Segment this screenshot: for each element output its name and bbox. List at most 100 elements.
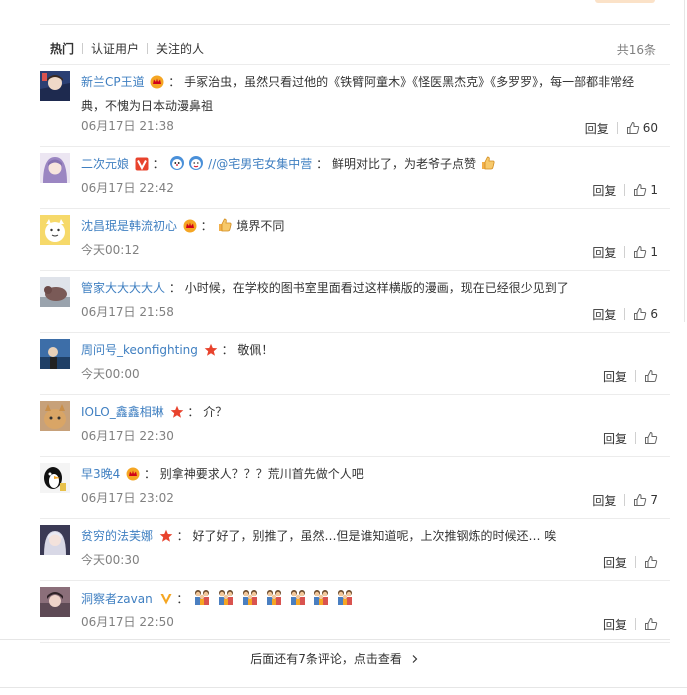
crown-badge-icon	[150, 75, 164, 96]
avatar[interactable]	[40, 587, 70, 617]
like-button[interactable]	[644, 555, 658, 569]
avatar[interactable]	[40, 153, 70, 183]
action-separator	[635, 618, 636, 630]
comment-body: 鲜明对比了，为老爷子点赞	[331, 157, 476, 171]
comment-separator: ：	[168, 75, 181, 89]
comment-username[interactable]: IOLO_鑫鑫相琳	[81, 405, 164, 419]
comment-actions: 回复	[603, 430, 658, 446]
comment-separator: ：	[316, 157, 329, 171]
top-accent-bar	[595, 0, 655, 3]
action-separator	[616, 122, 618, 134]
comment-username[interactable]: 新兰CP王道	[81, 75, 145, 89]
reply-button[interactable]: 回复	[592, 492, 616, 509]
like-count: 7	[650, 493, 658, 507]
thumbs-up-icon	[644, 369, 658, 383]
avatar[interactable]	[40, 525, 70, 555]
reply-button[interactable]: 回复	[603, 616, 627, 633]
comment-actions: 回复 6	[592, 306, 658, 322]
comment-actions: 回复	[603, 368, 658, 384]
reply-button[interactable]: 回复	[585, 120, 609, 137]
comment-item: 二次元娘 ： //@宅男宅女集中营 ： 鲜明对比了，为老爷子点赞 06月17日 …	[40, 147, 670, 209]
avatar[interactable]	[40, 339, 70, 369]
comment-separator: ：	[176, 592, 189, 606]
like-button[interactable]: 1	[633, 245, 658, 259]
like-button[interactable]: 60	[626, 121, 658, 135]
comment-body: 好了好了，别推了，虽然…但是谁知道呢，上次推钢炼的时候还… 唉	[192, 529, 557, 543]
comment-body: 敬佩！	[237, 343, 274, 357]
reply-button[interactable]: 回复	[592, 182, 616, 199]
comment-body: 小时候，在学校的图书室里面看过这样横版的漫画，现在已经很少见到了	[184, 281, 569, 295]
comment-actions: 回复	[603, 616, 658, 632]
comment-text: 周问号_keonfighting ： 敬佩！	[81, 340, 655, 364]
like-button[interactable]	[644, 431, 658, 445]
like-button[interactable]	[644, 617, 658, 631]
avatar[interactable]	[40, 215, 70, 245]
like-button[interactable]: 6	[633, 307, 658, 321]
comment-time: 今天00:30	[81, 553, 140, 567]
thumbs-up-icon	[644, 431, 658, 445]
comment-separator: ：	[187, 405, 200, 419]
comment-time: 06月17日 22:30	[81, 429, 174, 443]
comment-actions: 回复	[603, 554, 658, 570]
avatar[interactable]	[40, 463, 70, 493]
comment-time: 06月17日 23:02	[81, 491, 174, 505]
comment-time: 06月17日 22:42	[81, 181, 174, 195]
verified-v-badge-icon	[135, 157, 149, 178]
reply-button[interactable]: 回复	[603, 368, 627, 385]
thumbs-up-icon	[633, 493, 647, 507]
comment-separator: ：	[200, 219, 213, 233]
comment-username[interactable]: 早3晚4	[81, 467, 120, 481]
like-button[interactable]	[644, 369, 658, 383]
comment-list: 新兰CP王道 ： 手冢治虫，虽然只看过他的《铁臂阿童木》《怪医黑杰克》《多罗罗》…	[40, 65, 670, 643]
like-button[interactable]: 1	[633, 183, 658, 197]
reply-button[interactable]: 回复	[603, 554, 627, 571]
avatar[interactable]	[40, 277, 70, 307]
comment-item: 新兰CP王道 ： 手冢治虫，虽然只看过他的《铁臂阿童木》《怪医黑杰克》《多罗罗》…	[40, 65, 670, 147]
comment-separator: ：	[152, 157, 165, 171]
group-emoji-icon	[264, 588, 284, 613]
crown-badge-icon	[126, 467, 140, 488]
divider	[0, 639, 670, 640]
tab-hot[interactable]: 热门	[50, 40, 74, 57]
thumbs-up-icon	[644, 617, 658, 631]
comment-username[interactable]: 洞察者zavan	[81, 592, 153, 606]
divider	[40, 24, 670, 25]
comment-username[interactable]: 贫穷的法芙娜	[81, 529, 153, 543]
avatar[interactable]	[40, 401, 70, 431]
tab-following[interactable]: 关注的人	[156, 40, 204, 57]
avatar[interactable]	[40, 71, 70, 101]
group-emoji-icon	[192, 588, 212, 613]
tab-separator	[82, 42, 84, 54]
action-separator	[624, 494, 626, 506]
like-count: 1	[650, 183, 658, 197]
comment-body: 介？	[203, 405, 228, 419]
reply-button[interactable]: 回复	[592, 244, 616, 261]
comment-total-count: 共16条	[616, 43, 656, 57]
mention-link[interactable]: //@宅男宅女集中营	[208, 157, 312, 171]
comment-time: 今天00:00	[81, 367, 140, 381]
reply-button[interactable]: 回复	[603, 430, 627, 447]
comment-username[interactable]: 周问号_keonfighting	[81, 343, 198, 357]
action-separator	[635, 370, 636, 382]
comment-text: 管家大大大大人 ： 小时候，在学校的图书室里面看过这样横版的漫画，现在已经很少见…	[81, 278, 655, 299]
comment-body: 别拿神要求人？？？荒川首先做个人吧	[159, 467, 364, 481]
load-more-comments-link[interactable]: 后面还有7条评论，点击查看	[0, 650, 670, 667]
thumbs-up-icon	[633, 245, 647, 259]
reply-button[interactable]: 回复	[592, 306, 616, 323]
comment-username[interactable]: 二次元娘	[81, 157, 129, 171]
star-badge-icon	[204, 343, 218, 364]
comment-username[interactable]: 管家大大大大人	[81, 281, 165, 295]
thumbs-up-icon	[626, 121, 640, 135]
comment-time: 今天00:12	[81, 243, 140, 257]
like-button[interactable]: 7	[633, 493, 658, 507]
tab-verified-users[interactable]: 认证用户	[91, 40, 139, 57]
verified-gold-v-badge-icon	[159, 592, 173, 613]
group-emoji-icon	[311, 588, 331, 613]
comment-filter-tabs: 热门 认证用户 关注的人	[50, 40, 204, 56]
comment-item: IOLO_鑫鑫相琳 ： 介？ 06月17日 22:30 回复	[40, 395, 670, 457]
comment-item: 沈昌珉是韩流初心 ： 境界不同 今天00:12 回复 1	[40, 209, 670, 271]
comment-item: 管家大大大大人 ： 小时候，在学校的图书室里面看过这样横版的漫画，现在已经很少见…	[40, 271, 670, 333]
comment-separator: ：	[168, 281, 181, 295]
comment-username[interactable]: 沈昌珉是韩流初心	[81, 219, 177, 233]
action-separator	[635, 432, 636, 444]
